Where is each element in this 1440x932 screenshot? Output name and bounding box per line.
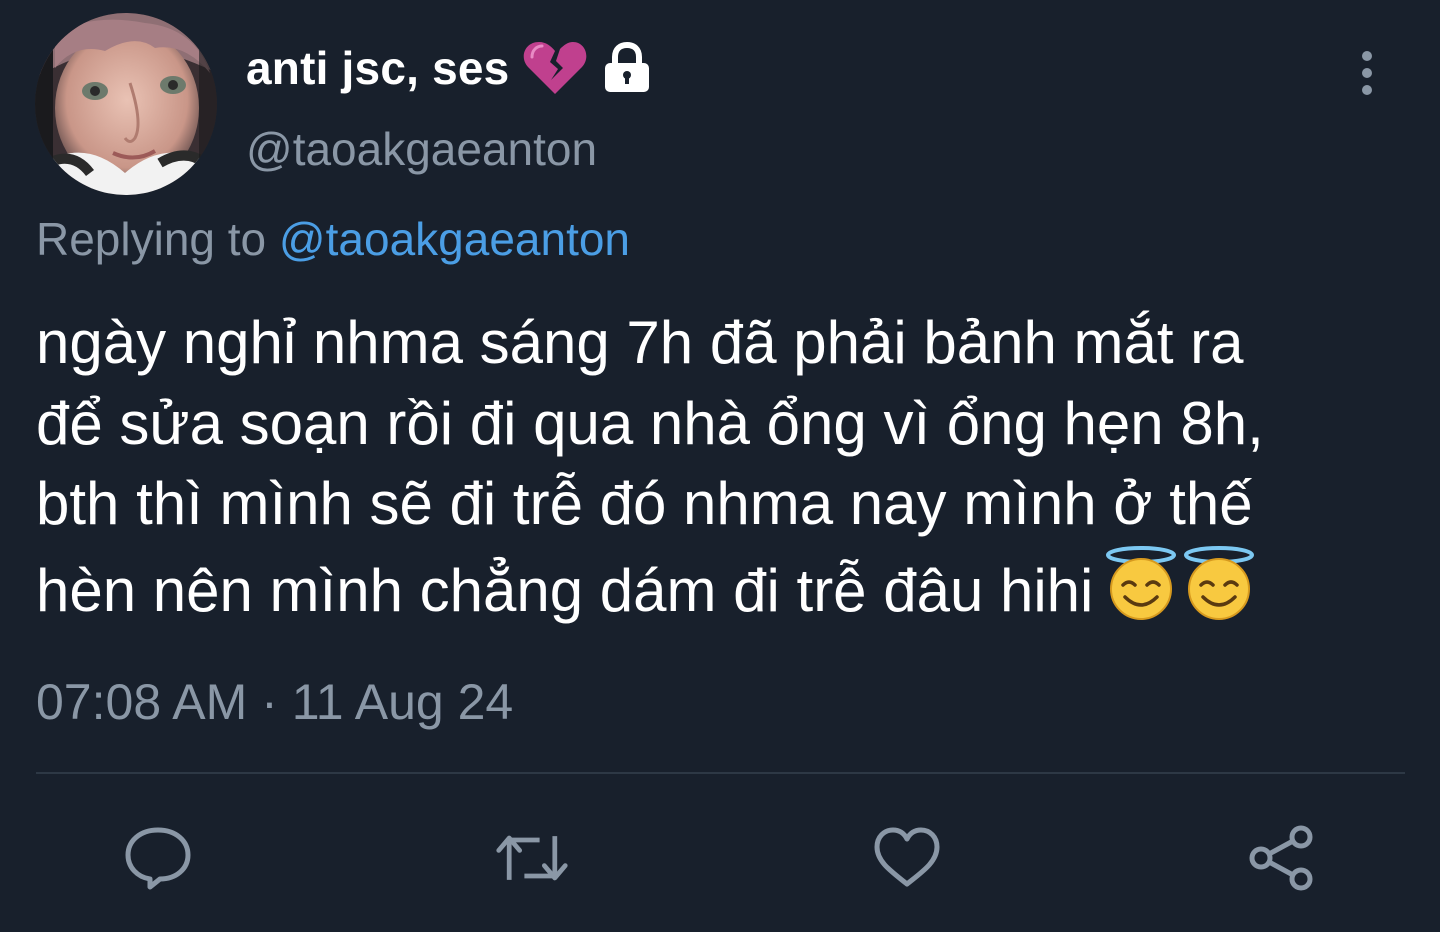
divider: [36, 772, 1405, 774]
tweet-text-line-last: hèn nên mình chẳng dám đi trễ đâu hihi: [36, 545, 1431, 632]
tweet-text-line: để sửa soạn rồi đi qua nhà ổng vì ổng hẹ…: [36, 389, 1264, 457]
author-name-row: anti jsc, ses: [246, 36, 653, 100]
tweet-detail: anti jsc, ses @taoakgaeanton Replying to…: [0, 0, 1440, 932]
tweet-text-line: hèn nên mình chẳng dám đi trễ đâu hihi: [36, 556, 1094, 624]
avatar[interactable]: [35, 13, 217, 195]
tweet-text: ngày nghỉ nhma sáng 7h đã phải bảnh mắt …: [36, 303, 1431, 631]
tweet-timestamp[interactable]: 07:08 AM · 11 Aug 24: [36, 673, 513, 731]
replying-to: Replying to @taoakgaeanton: [36, 212, 630, 266]
lock-icon: [601, 42, 653, 94]
reply-icon: [125, 827, 191, 890]
emoji-group: [1103, 545, 1257, 621]
tweet-text-line: bth thì mình sẽ đi trễ đó nhma nay mình …: [36, 470, 1253, 537]
smiling-face-with-halo-icon: [1106, 545, 1177, 620]
reply-button[interactable]: [120, 820, 196, 896]
author-handle[interactable]: @taoakgaeanton: [246, 122, 597, 176]
retweet-button[interactable]: [494, 820, 570, 896]
more-vertical-icon[interactable]: [1350, 48, 1384, 98]
broken-heart-icon: [523, 40, 587, 96]
display-name[interactable]: anti jsc, ses: [246, 41, 509, 95]
share-icon: [1249, 825, 1313, 891]
tweet-text-line: ngày nghỉ nhma sáng 7h đã phải bảnh mắt …: [36, 309, 1244, 376]
retweet-icon: [496, 835, 568, 881]
like-icon: [874, 827, 940, 887]
like-button[interactable]: [869, 820, 945, 896]
reply-mention-link[interactable]: @taoakgaeanton: [279, 213, 630, 265]
share-button[interactable]: [1244, 820, 1320, 896]
replying-prefix: Replying to: [36, 213, 267, 265]
smiling-face-with-halo-icon: [1184, 545, 1255, 620]
avatar-image: [35, 13, 217, 195]
